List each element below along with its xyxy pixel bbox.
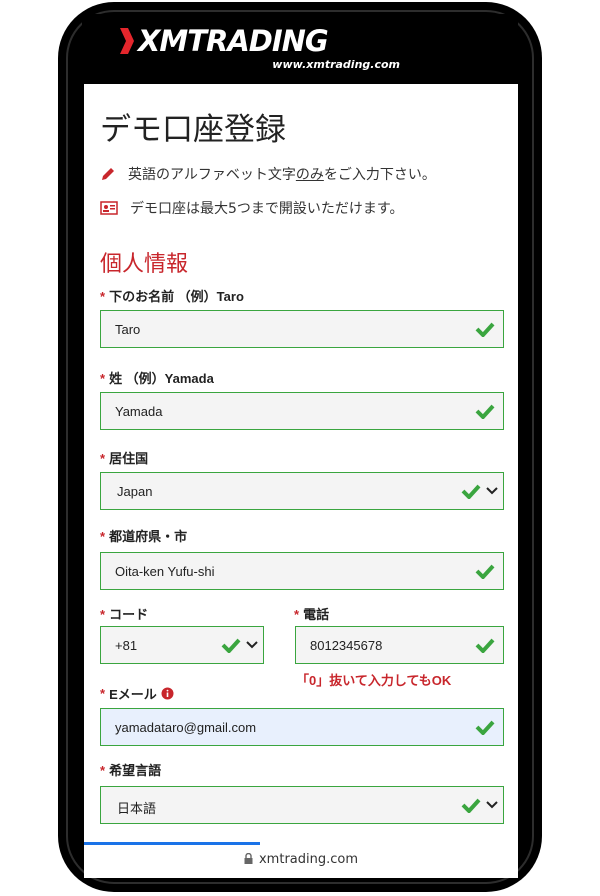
xmtrading-logo[interactable]: XMTRADING www.xmtrading.com bbox=[120, 14, 420, 74]
language-value: 日本語 bbox=[117, 801, 157, 816]
email-field[interactable]: yamadataro@gmail.com bbox=[100, 708, 504, 746]
check-icon bbox=[475, 322, 495, 337]
email-value: yamadataro@gmail.com bbox=[115, 720, 257, 735]
phone-label: * 電話 bbox=[294, 604, 329, 623]
country-label: * 居住国 bbox=[100, 448, 148, 467]
required-mark: * bbox=[294, 607, 300, 622]
country-label-text: 居住国 bbox=[109, 451, 149, 466]
city-field[interactable]: Oita-ken Yufu-shi bbox=[100, 552, 504, 590]
check-icon bbox=[475, 720, 495, 735]
logo-url-text: www.xmtrading.com bbox=[272, 58, 400, 71]
city-label: * 都道府県・市 bbox=[100, 526, 187, 545]
code-value: +81 bbox=[115, 638, 138, 653]
language-select[interactable]: 日本語 bbox=[100, 786, 504, 824]
city-label-text: 都道府県・市 bbox=[109, 529, 188, 544]
city-value: Oita-ken Yufu-shi bbox=[115, 564, 215, 579]
note-alphabet-prefix: 英語のアルファベット文字 bbox=[128, 167, 296, 183]
info-icon[interactable] bbox=[161, 687, 174, 700]
required-mark: * bbox=[100, 763, 106, 778]
chevron-down-icon bbox=[486, 487, 498, 495]
note-alphabet-suffix: をご入力下さい。 bbox=[323, 167, 436, 183]
last-name-label-text: 姓 （例）Yamada bbox=[109, 371, 214, 386]
language-label: * 希望言語 bbox=[100, 760, 161, 779]
first-name-field[interactable]: Taro bbox=[100, 310, 504, 348]
first-name-label: * 下のお名前 （例）Taro bbox=[100, 286, 244, 305]
required-mark: * bbox=[100, 686, 106, 701]
last-name-field[interactable]: Yamada bbox=[100, 392, 504, 430]
page-title: デモ口座登録 bbox=[100, 112, 286, 148]
check-icon bbox=[461, 484, 481, 499]
check-icon bbox=[475, 638, 495, 653]
phone-field[interactable]: 8012345678 bbox=[295, 626, 504, 664]
required-mark: * bbox=[100, 371, 106, 386]
first-name-label-text: 下のお名前 （例）Taro bbox=[109, 289, 244, 304]
browser-address-bar[interactable]: xmtrading.com bbox=[84, 842, 518, 878]
note-alphabet-emphasis: のみ bbox=[295, 167, 324, 183]
page-content[interactable]: デモ口座登録 英語のアルファベット文字 のみ をご入力下さい。 デモ口座は最大5つま… bbox=[84, 84, 518, 842]
required-mark: * bbox=[100, 451, 106, 466]
required-mark: * bbox=[100, 289, 106, 304]
phone-hint: 「0」抜いて入力してもOK bbox=[296, 673, 452, 688]
required-mark: * bbox=[100, 607, 106, 622]
required-mark: * bbox=[100, 529, 106, 544]
code-label-text: コード bbox=[109, 607, 149, 622]
logo-mark-icon bbox=[120, 28, 134, 54]
code-select[interactable]: +81 bbox=[100, 626, 264, 664]
note-max-accounts: デモ口座は最大5つまで開設いただけます。 bbox=[100, 198, 404, 218]
phone-value: 8012345678 bbox=[310, 638, 383, 653]
note-max-accounts-text: デモ口座は最大5つまで開設いただけます。 bbox=[130, 201, 404, 217]
pencil-icon bbox=[102, 168, 114, 180]
check-icon bbox=[221, 638, 241, 653]
chevron-down-icon bbox=[486, 801, 498, 809]
first-name-value: Taro bbox=[115, 322, 141, 337]
check-icon bbox=[461, 798, 481, 813]
note-alphabet-only: 英語のアルファベット文字 のみ をご入力下さい。 bbox=[100, 164, 436, 184]
check-icon bbox=[475, 404, 495, 419]
id-card-icon bbox=[100, 201, 118, 215]
section-title-personal-info: 個人情報 bbox=[100, 252, 189, 277]
language-label-text: 希望言語 bbox=[109, 763, 162, 778]
chevron-down-icon bbox=[246, 641, 258, 649]
country-value: Japan bbox=[117, 484, 153, 499]
email-label: * Eメール bbox=[100, 684, 174, 703]
logo-brand-text: XMTRADING bbox=[138, 24, 329, 58]
phone-label-text: 電話 bbox=[303, 607, 330, 622]
lock-icon bbox=[244, 852, 253, 864]
code-label: * コード bbox=[100, 604, 148, 623]
email-label-text: Eメール bbox=[109, 687, 157, 702]
last-name-value: Yamada bbox=[115, 404, 163, 419]
check-icon bbox=[475, 564, 495, 579]
browser-url[interactable]: xmtrading.com bbox=[84, 852, 518, 867]
browser-url-text: xmtrading.com bbox=[258, 852, 359, 867]
last-name-label: * 姓 （例）Yamada bbox=[100, 368, 214, 387]
page-load-progress bbox=[84, 842, 260, 845]
country-select[interactable]: Japan bbox=[100, 472, 504, 510]
